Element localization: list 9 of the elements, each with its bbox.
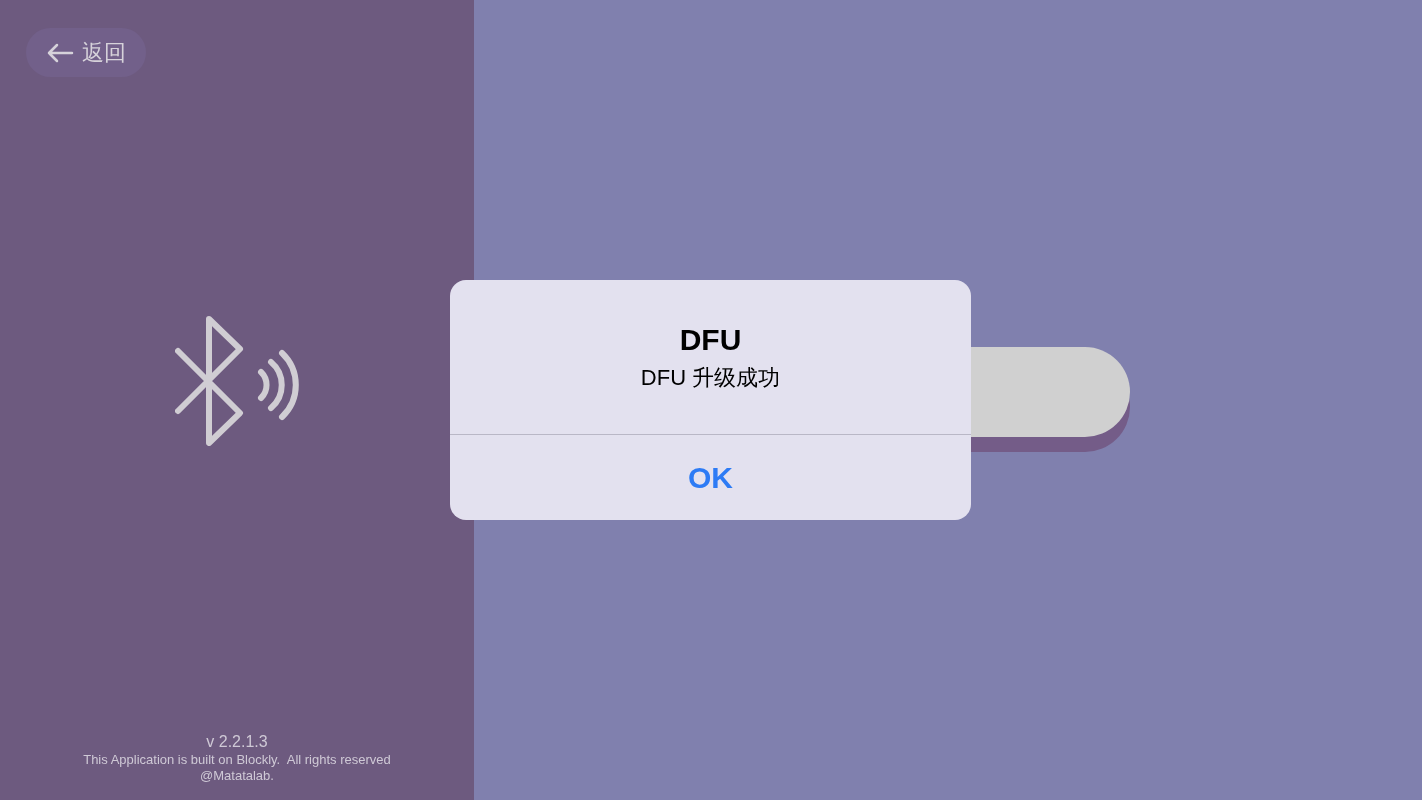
ok-button[interactable]: OK [450,435,971,520]
dialog-message: DFU 升级成功 [640,364,781,392]
copyright-owner-text: @Matatalab. [200,768,274,784]
dialog-title: DFU [679,322,742,358]
copyright-text: This Application is built on Blockly. All rights reserved [83,752,391,768]
back-arrow-icon [46,41,74,64]
back-button[interactable]: 返回 [26,28,146,77]
bluetooth-signal-icon [175,315,299,446]
version-text: v 2.2.1.3 [206,732,268,752]
